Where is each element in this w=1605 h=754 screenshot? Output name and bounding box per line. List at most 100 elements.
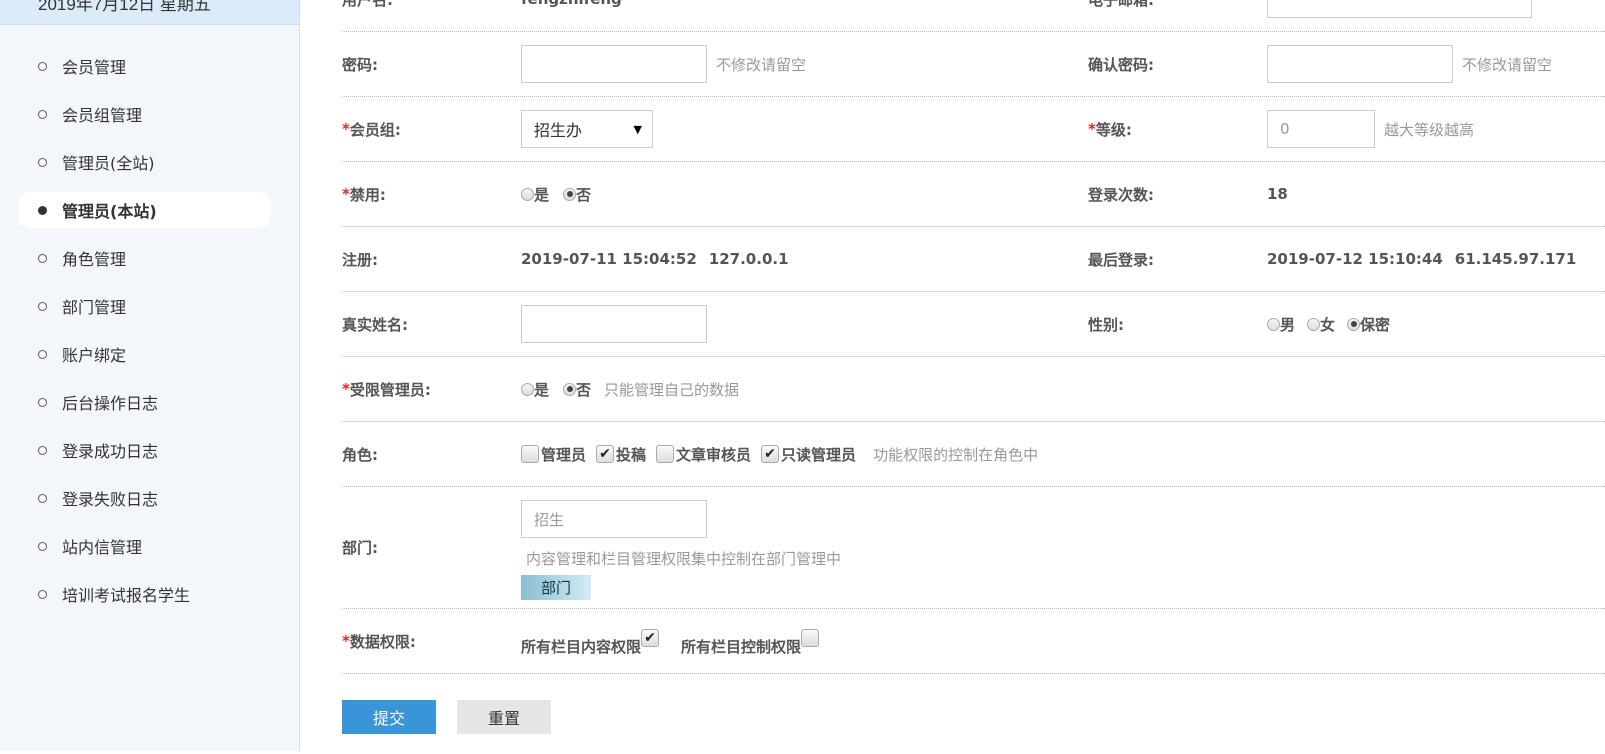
radio-label: 是 — [534, 185, 550, 204]
sidebar-item-operation-log[interactable]: 后台操作日志 — [18, 384, 271, 420]
row-register: 注册: 2019-07-11 15:04:52 127.0.0.1 最后登录: 2… — [342, 227, 1605, 292]
confirm-password-label: 确认密码: — [1088, 55, 1154, 74]
sidebar-item-label: 会员组管理 — [62, 106, 143, 125]
realname-input[interactable] — [521, 305, 707, 343]
gender-label: 性别: — [1088, 315, 1124, 334]
sidebar-item-login-success-log[interactable]: 登录成功日志 — [18, 432, 271, 468]
checkbox-label: 所有栏目控制权限 — [681, 638, 802, 656]
sidebar-item-label: 账户绑定 — [62, 346, 127, 365]
row-restricted: * 受限管理员: 是 否 只能管理自己的数据 — [342, 357, 1605, 422]
required-mark: * — [1088, 120, 1096, 138]
current-date: 2019年7月12日 星期五 — [0, 0, 299, 25]
sidebar-item-label: 管理员(全站) — [62, 154, 155, 173]
row-group: * 会员组: 招生办 ▼ * 等级: 0 越大等级越高 — [342, 97, 1605, 162]
sidebar-item-departments[interactable]: 部门管理 — [18, 288, 271, 324]
sidebar-item-roles[interactable]: 角色管理 — [18, 240, 271, 276]
row-department: 部门: 招生 内容管理和栏目管理权限集中控制在部门管理中 部门 — [342, 487, 1605, 609]
radio-label: 保密 — [1360, 315, 1391, 334]
email-input[interactable] — [1267, 0, 1532, 18]
password-input[interactable] — [521, 45, 707, 83]
login-count-value: 18 — [1267, 185, 1288, 203]
password-hint: 不修改请留空 — [716, 55, 807, 74]
sidebar-item-label: 培训考试报名学生 — [62, 586, 191, 605]
checkbox-icon — [656, 445, 675, 463]
radio-label: 女 — [1320, 315, 1336, 334]
reset-button[interactable]: 重置 — [457, 700, 551, 734]
radio-icon — [521, 187, 534, 201]
register-time: 2019-07-11 15:04:52 — [521, 250, 697, 268]
bullet-icon — [38, 589, 47, 599]
radio-checked-icon — [1347, 317, 1361, 331]
gender-secret-radio[interactable]: 保密 — [1347, 314, 1390, 335]
required-mark: * — [342, 120, 350, 138]
restricted-no-radio[interactable]: 否 — [563, 379, 591, 400]
sidebar-item-admins-all[interactable]: 管理员(全站) — [18, 144, 271, 180]
row-username: 用户名: fengzhifeng 电子邮箱: — [342, 0, 1605, 32]
radio-icon — [521, 382, 534, 396]
department-hint: 内容管理和栏目管理权限集中控制在部门管理中 — [526, 550, 842, 568]
sidebar-item-account-binding[interactable]: 账户绑定 — [18, 336, 271, 372]
bullet-icon — [38, 541, 47, 551]
password-label: 密码: — [342, 55, 378, 74]
dropdown-arrow-icon: ▼ — [633, 122, 642, 136]
sidebar-item-label: 部门管理 — [62, 298, 127, 317]
sidebar-item-login-fail-log[interactable]: 登录失败日志 — [18, 480, 271, 516]
level-label: 等级: — [1095, 120, 1132, 139]
role-admin-checkbox[interactable]: 管理员 — [521, 444, 586, 465]
gender-female-radio[interactable]: 女 — [1307, 314, 1335, 335]
perm-control-checkbox[interactable]: 所有栏目控制权限 — [681, 629, 821, 657]
restricted-yes-radio[interactable]: 是 — [521, 379, 549, 400]
username-label: 用户名: — [342, 0, 393, 31]
checkbox-label: 只读管理员 — [781, 445, 857, 464]
bullet-icon — [38, 493, 47, 503]
checkbox-label: 管理员 — [541, 445, 587, 464]
row-roles: 角色: 管理员 ✔ 投稿 文章审核员 ✔ 只读管理员 功能权限的控制在角色中 — [342, 422, 1605, 487]
required-mark: * — [342, 185, 350, 203]
checkmark-icon: ✔ — [641, 629, 660, 647]
radio-label: 否 — [576, 380, 592, 399]
sidebar: 2019年7月12日 星期五 会员管理 会员组管理 管理员(全站) 管理员(本站… — [0, 0, 300, 751]
department-label: 部门: — [342, 539, 378, 557]
sidebar-item-admins-site[interactable]: 管理员(本站) — [18, 192, 271, 228]
last-login-time: 2019-07-12 15:10:44 — [1267, 250, 1443, 268]
radio-label: 男 — [1280, 315, 1296, 334]
register-ip: 127.0.0.1 — [708, 250, 789, 268]
sidebar-item-member-groups[interactable]: 会员组管理 — [18, 96, 271, 132]
row-realname: 真实姓名: 性别: 男 女 保密 — [342, 292, 1605, 357]
perm-content-checkbox[interactable]: 所有栏目内容权限 ✔ — [521, 629, 661, 657]
sidebar-item-messages[interactable]: 站内信管理 — [18, 528, 271, 564]
checkbox-icon — [801, 629, 820, 647]
role-reviewer-checkbox[interactable]: 文章审核员 — [656, 444, 751, 465]
group-label: 会员组: — [349, 120, 401, 139]
sidebar-item-exam-students[interactable]: 培训考试报名学生 — [18, 576, 271, 612]
data-permission-label: 数据权限: — [349, 632, 416, 651]
sidebar-item-members[interactable]: 会员管理 — [18, 48, 271, 84]
role-contributor-checkbox[interactable]: ✔ 投稿 — [596, 444, 646, 465]
role-readonly-checkbox[interactable]: ✔ 只读管理员 — [761, 444, 856, 465]
submit-button[interactable]: 提交 — [342, 700, 436, 734]
sidebar-item-label: 登录失败日志 — [62, 490, 159, 509]
department-input[interactable]: 招生 — [521, 500, 707, 538]
radio-label: 是 — [534, 380, 550, 399]
disabled-label: 禁用: — [349, 185, 386, 204]
department-button[interactable]: 部门 — [521, 575, 591, 600]
disabled-no-radio[interactable]: 否 — [563, 184, 591, 205]
level-input[interactable]: 0 — [1267, 110, 1375, 148]
disabled-yes-radio[interactable]: 是 — [521, 184, 549, 205]
row-disabled: * 禁用: 是 否 登录次数: 18 — [342, 162, 1605, 227]
checkmark-icon: ✔ — [761, 445, 780, 463]
form-actions: 提交 重置 — [342, 674, 1605, 754]
radio-icon — [1267, 317, 1280, 331]
confirm-password-input[interactable] — [1267, 45, 1453, 83]
bullet-icon — [38, 349, 47, 359]
roles-label: 角色: — [342, 445, 378, 464]
group-select[interactable]: 招生办 ▼ — [521, 110, 653, 148]
gender-male-radio[interactable]: 男 — [1267, 314, 1295, 335]
restricted-hint: 只能管理自己的数据 — [604, 380, 740, 399]
register-label: 注册: — [342, 250, 378, 269]
bullet-icon — [38, 445, 47, 455]
login-count-label: 登录次数: — [1088, 185, 1154, 204]
checkbox-label: 所有栏目内容权限 — [521, 638, 642, 656]
sidebar-item-label: 后台操作日志 — [62, 394, 159, 413]
username-value: fengzhifeng — [521, 0, 622, 31]
